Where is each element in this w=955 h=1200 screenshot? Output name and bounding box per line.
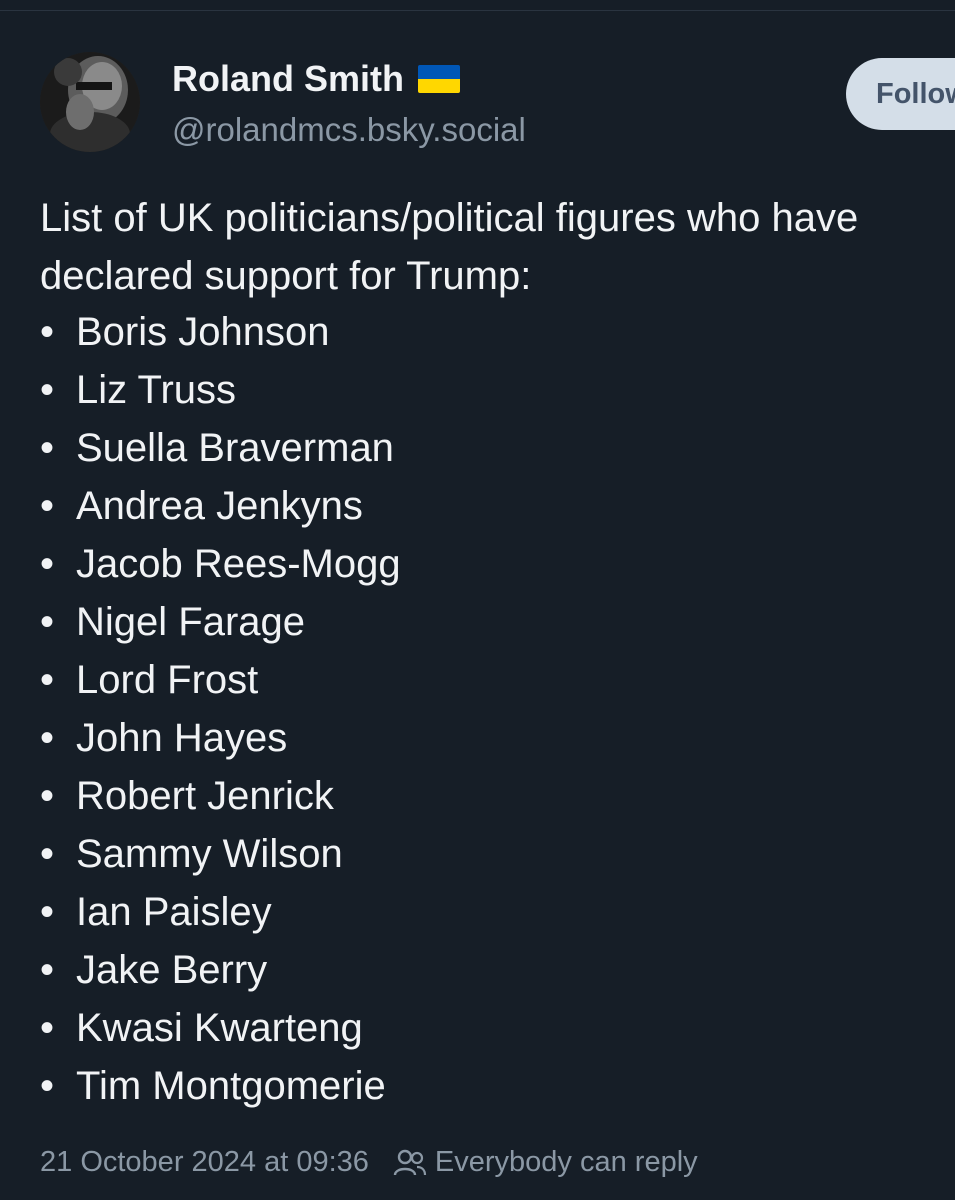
post-list: • Boris Johnson • Liz Truss • Suella Braverma… bbox=[40, 303, 401, 1115]
list-item: • Jacob Rees-Mogg bbox=[40, 535, 401, 593]
list-item-text: Kwasi Kwarteng bbox=[76, 1006, 363, 1050]
bullet: • bbox=[40, 948, 55, 992]
list-item-text: Ian Paisley bbox=[76, 890, 272, 934]
list-item-text: Robert Jenrick bbox=[76, 774, 334, 818]
list-item-text: Suella Braverman bbox=[76, 426, 394, 470]
post-container: Roland Smith @rolandmcs.bsky.social Foll… bbox=[0, 0, 955, 1200]
list-item-text: Lord Frost bbox=[76, 658, 259, 702]
list-item-text: Tim Montgomerie bbox=[76, 1064, 386, 1108]
bullet: • bbox=[40, 890, 55, 934]
list-item: • Suella Braverman bbox=[40, 419, 401, 477]
list-item: • Sammy Wilson bbox=[40, 825, 401, 883]
list-item-text: Jake Berry bbox=[76, 948, 268, 992]
list-item-text: Boris Johnson bbox=[76, 310, 330, 354]
list-item-text: Nigel Farage bbox=[76, 600, 306, 644]
list-item-text: Andrea Jenkyns bbox=[76, 484, 363, 528]
post-text-intro: List of UK politicians/political figures… bbox=[40, 196, 859, 298]
author-display-name[interactable]: Roland Smith bbox=[172, 58, 404, 100]
bullet: • bbox=[40, 716, 55, 760]
author-handle[interactable]: @rolandmcs.bsky.social bbox=[172, 111, 526, 149]
list-item: • Andrea Jenkyns bbox=[40, 477, 401, 535]
list-item: • Tim Montgomerie bbox=[40, 1057, 401, 1115]
list-item: • Robert Jenrick bbox=[40, 767, 401, 825]
bullet: • bbox=[40, 542, 55, 586]
bullet: • bbox=[40, 1064, 55, 1108]
author-name-row: Roland Smith bbox=[172, 58, 460, 100]
bullet: • bbox=[40, 832, 55, 876]
list-item-text: Jacob Rees-Mogg bbox=[76, 542, 401, 586]
bullet: • bbox=[40, 658, 55, 702]
list-item-text: John Hayes bbox=[76, 716, 288, 760]
list-item: • Kwasi Kwarteng bbox=[40, 999, 401, 1057]
bullet: • bbox=[40, 310, 55, 354]
list-item-text: Liz Truss bbox=[76, 368, 237, 412]
list-item: • Nigel Farage bbox=[40, 593, 401, 651]
reply-setting[interactable]: Everybody can reply bbox=[435, 1146, 698, 1179]
bullet: • bbox=[40, 774, 55, 818]
list-item: • Jake Berry bbox=[40, 941, 401, 999]
list-item: • Liz Truss bbox=[40, 361, 401, 419]
bullet: • bbox=[40, 368, 55, 412]
list-item: • Ian Paisley bbox=[40, 883, 401, 941]
list-item-text: Sammy Wilson bbox=[76, 832, 343, 876]
top-divider bbox=[0, 10, 955, 11]
avatar[interactable] bbox=[40, 52, 140, 152]
bullet: • bbox=[40, 600, 55, 644]
bullet: • bbox=[40, 426, 55, 470]
people-icon bbox=[393, 1149, 427, 1175]
list-item: • Boris Johnson bbox=[40, 303, 401, 361]
list-item: • John Hayes bbox=[40, 709, 401, 767]
list-item: • Lord Frost bbox=[40, 651, 401, 709]
ukraine-flag-icon bbox=[418, 65, 460, 93]
post-timestamp[interactable]: 21 October 2024 at 09:36 bbox=[40, 1146, 369, 1179]
follow-button[interactable]: Follow bbox=[846, 58, 955, 130]
bullet: • bbox=[40, 484, 55, 528]
bullet: • bbox=[40, 1006, 55, 1050]
post-meta: 21 October 2024 at 09:36 Everybody can r… bbox=[40, 1146, 698, 1179]
